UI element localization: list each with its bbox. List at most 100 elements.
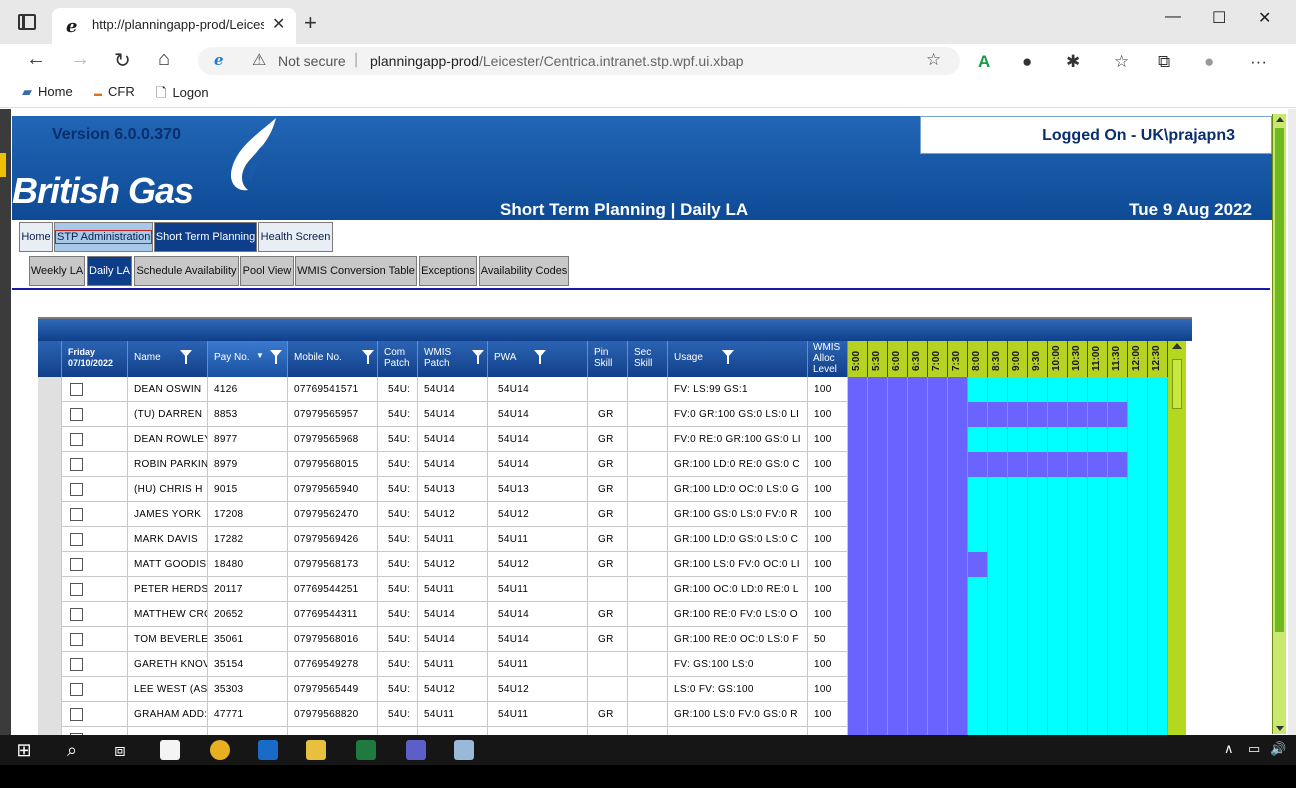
row-selector[interactable] [38, 427, 62, 452]
booked-slot[interactable] [868, 727, 888, 735]
table-row[interactable]: (HU) CHRIS H 9015 07979565940 54U: 54U13 54U1… [38, 477, 1168, 502]
available-slot[interactable] [1068, 577, 1088, 602]
teams-icon[interactable] [396, 737, 436, 767]
booked-slot[interactable] [908, 427, 928, 452]
booked-slot[interactable] [1028, 402, 1048, 427]
available-slot[interactable] [1068, 727, 1088, 735]
available-slot[interactable] [1008, 702, 1028, 727]
row-checkbox[interactable] [70, 408, 83, 421]
mobile-cell[interactable]: 07769544251 [288, 577, 378, 602]
subnav-availability-codes[interactable]: Availability Codes [479, 256, 569, 286]
back-icon[interactable]: ← [26, 48, 46, 71]
available-slot[interactable] [1008, 552, 1028, 577]
available-slot[interactable] [1148, 502, 1168, 527]
available-slot[interactable] [968, 377, 988, 402]
pwa-cell[interactable]: 54U14 [488, 427, 588, 452]
nav-stp-administration[interactable]: STP Administration [54, 222, 153, 252]
booked-slot[interactable] [948, 477, 968, 502]
subnav-pool-view[interactable]: Pool View [240, 256, 294, 286]
booked-slot[interactable] [908, 552, 928, 577]
com-patch-cell[interactable]: 54U: [378, 477, 418, 502]
usage-cell[interactable]: FV:0 GR:100 GS:0 LS:0 LI [668, 402, 808, 427]
booked-slot[interactable] [848, 527, 868, 552]
available-slot[interactable] [988, 477, 1008, 502]
sec-skill-cell[interactable] [628, 727, 668, 735]
booked-slot[interactable] [1068, 402, 1088, 427]
filter-icon[interactable] [534, 350, 546, 364]
booked-slot[interactable] [948, 627, 968, 652]
table-row[interactable]: ROBIN PARKIN 8979 07979568015 54U: 54U14 54U1… [38, 452, 1168, 477]
mobile-cell[interactable]: 07769541571 [288, 377, 378, 402]
booked-slot[interactable] [908, 702, 928, 727]
wmis-patch-cell[interactable]: 54U12 [418, 552, 488, 577]
available-slot[interactable] [1068, 627, 1088, 652]
booked-slot[interactable] [908, 452, 928, 477]
available-slot[interactable] [1028, 427, 1048, 452]
favorite-cfr[interactable]: ▬ CFR [94, 84, 135, 99]
wmis-patch-cell[interactable]: 54U11 [418, 577, 488, 602]
available-slot[interactable] [1128, 502, 1148, 527]
wmis-patch-cell[interactable]: 54U12 [418, 677, 488, 702]
available-slot[interactable] [1148, 602, 1168, 627]
available-slot[interactable] [1048, 727, 1068, 735]
available-slot[interactable] [968, 477, 988, 502]
extensions-icon[interactable]: ✱ [1066, 52, 1080, 72]
sec-skill-cell[interactable] [628, 377, 668, 402]
table-row[interactable]: GARETH KNOV 35154 07769549278 54U: 54U11 54U1… [38, 652, 1168, 677]
available-slot[interactable] [1108, 627, 1128, 652]
usage-cell[interactable]: LS:0 FV: GS:100 [668, 677, 808, 702]
collections-icon[interactable]: ⧉ [1158, 52, 1170, 72]
available-slot[interactable] [1148, 402, 1168, 427]
booked-slot[interactable] [888, 477, 908, 502]
booked-slot[interactable] [968, 452, 988, 477]
table-row[interactable]: GRAHAM ADD: 47771 07979568820 54U: 54U11 54U1… [38, 702, 1168, 727]
pin-skill-cell[interactable]: GR [588, 527, 628, 552]
pin-skill-cell[interactable]: GR [588, 452, 628, 477]
scroll-up-icon[interactable] [1172, 343, 1182, 349]
booked-slot[interactable] [848, 577, 868, 602]
sec-skill-cell[interactable] [628, 452, 668, 477]
sec-skill-cell[interactable] [628, 552, 668, 577]
available-slot[interactable] [968, 652, 988, 677]
minimize-icon[interactable]: — [1165, 8, 1181, 26]
alloc-level-cell[interactable]: 100 [808, 377, 848, 402]
com-patch-cell[interactable]: 54U: [378, 652, 418, 677]
pin-skill-column-header[interactable]: Pin Skill [588, 341, 628, 377]
booked-slot[interactable] [928, 527, 948, 552]
available-slot[interactable] [1008, 377, 1028, 402]
booked-slot[interactable] [928, 577, 948, 602]
profile-avatar-icon[interactable]: ● [1204, 52, 1214, 72]
pwa-cell[interactable]: 54U14 [488, 377, 588, 402]
mobile-cell[interactable]: 07979568015 [288, 452, 378, 477]
available-slot[interactable] [1148, 627, 1168, 652]
alloc-level-cell[interactable]: 100 [808, 577, 848, 602]
booked-slot[interactable] [908, 677, 928, 702]
table-row[interactable]: DEAN ROWLEY 8977 07979565968 54U: 54U14 54U14… [38, 427, 1168, 452]
available-slot[interactable] [1088, 702, 1108, 727]
table-row[interactable]: JAMES DAVIS477960797956362154U:54U1154U1… [38, 727, 1168, 735]
booked-slot[interactable] [888, 402, 908, 427]
booked-slot[interactable] [868, 377, 888, 402]
sec-skill-cell[interactable] [628, 477, 668, 502]
row-checkbox[interactable] [70, 508, 83, 521]
row-checkbox[interactable] [70, 683, 83, 696]
row-checkbox[interactable] [70, 383, 83, 396]
available-slot[interactable] [1028, 502, 1048, 527]
mobile-cell[interactable]: 07979562470 [288, 502, 378, 527]
booked-slot[interactable] [868, 577, 888, 602]
available-slot[interactable] [1128, 377, 1148, 402]
available-slot[interactable] [1128, 727, 1148, 735]
mobile-cell[interactable]: 07769549278 [288, 652, 378, 677]
booked-slot[interactable] [848, 502, 868, 527]
available-slot[interactable] [1148, 527, 1168, 552]
mobile-cell[interactable]: 07979565449 [288, 677, 378, 702]
booked-slot[interactable] [868, 677, 888, 702]
available-slot[interactable] [1028, 527, 1048, 552]
available-slot[interactable] [968, 527, 988, 552]
wmis-patch-cell[interactable]: 54U12 [418, 502, 488, 527]
booked-slot[interactable] [1108, 452, 1128, 477]
booked-slot[interactable] [928, 727, 948, 735]
engineer-name-cell[interactable]: GARETH KNOV [128, 652, 208, 677]
available-slot[interactable] [1088, 527, 1108, 552]
engineer-name-cell[interactable]: JAMES DAVIS [128, 727, 208, 735]
